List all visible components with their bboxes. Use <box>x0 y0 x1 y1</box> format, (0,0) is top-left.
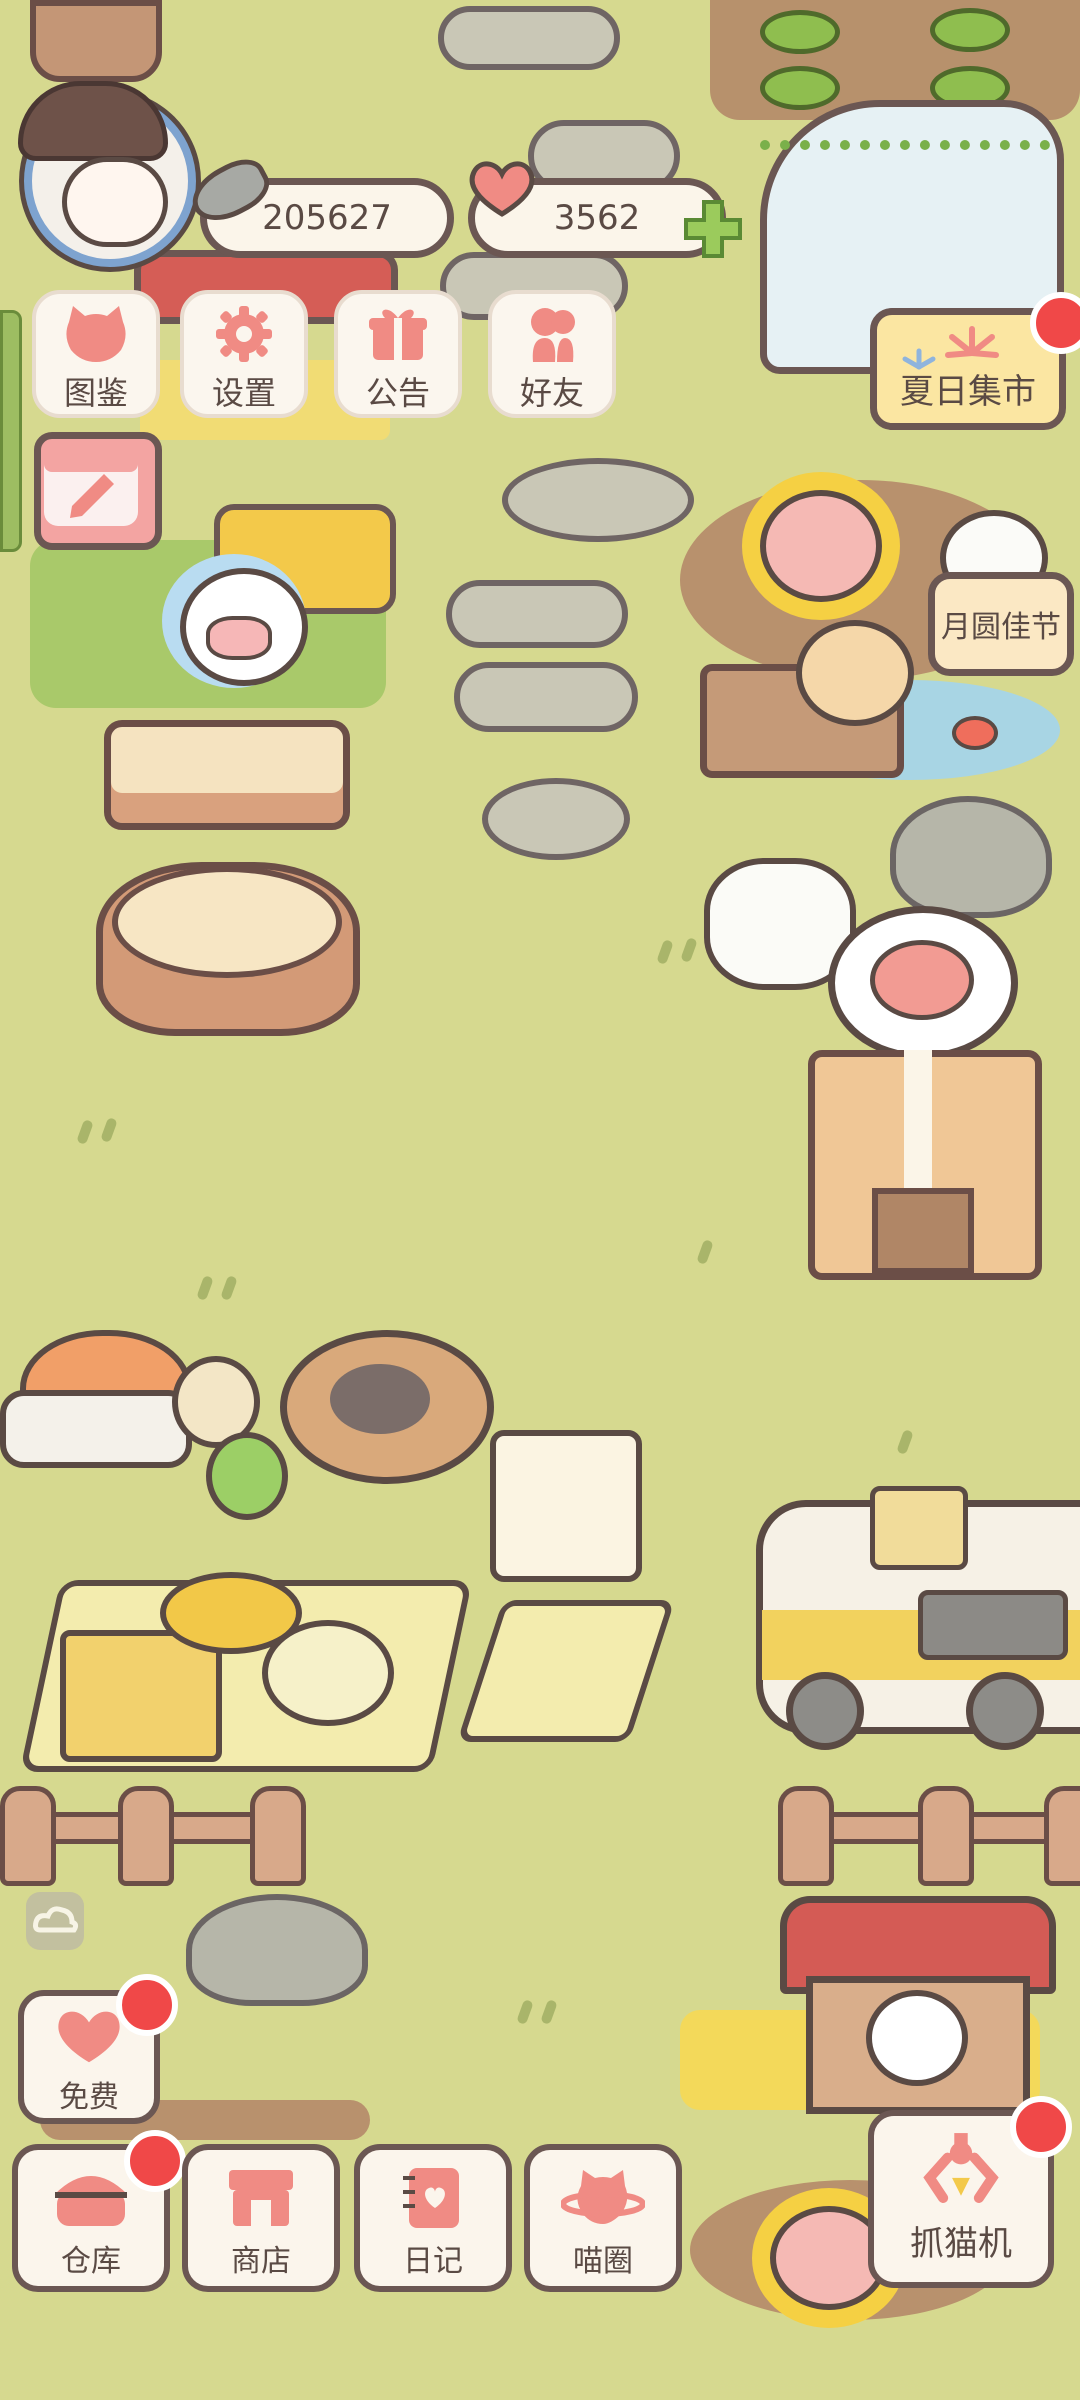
box-hole <box>872 1188 974 1274</box>
fence-post <box>118 1786 174 1886</box>
notice-button[interactable]: 公告 <box>334 290 462 418</box>
sprout-icon <box>760 66 840 110</box>
grass-tuft <box>220 1275 238 1301</box>
player-avatar[interactable] <box>18 81 196 267</box>
atlas-label: 图鉴 <box>63 374 128 412</box>
van-luggage <box>870 1486 968 1570</box>
claw-icon <box>923 2133 999 2204</box>
notice-label: 公告 <box>365 374 430 412</box>
cow-snout <box>206 616 272 660</box>
grass-tuft <box>696 1239 714 1265</box>
bread-basket <box>490 1430 642 1582</box>
atlas-button[interactable]: 图鉴 <box>32 290 160 418</box>
chicken-pet <box>866 1990 968 2086</box>
sprout-icon <box>760 10 840 54</box>
gift-icon <box>369 309 427 360</box>
character-face <box>62 157 168 247</box>
deck-chair <box>456 1600 676 1742</box>
grass-tuft <box>680 937 698 963</box>
fence-post <box>1044 1786 1080 1886</box>
fence-post <box>250 1786 306 1886</box>
notification-badge <box>124 2130 186 2192</box>
warehouse-label: 仓库 <box>61 2244 121 2279</box>
friends-icon <box>531 308 575 362</box>
firework-icon <box>902 326 999 370</box>
fence-post <box>778 1786 834 1886</box>
stepping-stone <box>482 778 630 860</box>
stepping-stone <box>502 458 694 542</box>
diary-icon <box>403 2168 459 2228</box>
stepping-stone <box>446 580 628 648</box>
pencil-icon <box>44 452 138 526</box>
calendar-edit-button[interactable] <box>34 432 162 550</box>
mid-autumn-label: 月圆佳节 <box>941 610 1061 645</box>
circle-label: 喵圈 <box>573 2244 633 2279</box>
sunflower-pig-pet <box>760 490 882 602</box>
add-hearts-button[interactable] <box>682 198 744 260</box>
settings-label: 设置 <box>211 374 276 412</box>
heart-icon <box>469 161 535 217</box>
grass-tuft <box>196 1275 214 1301</box>
bobber <box>952 716 998 750</box>
straw-hat <box>160 1572 302 1654</box>
notification-badge <box>1010 2096 1072 2158</box>
bench <box>104 720 350 830</box>
van-window <box>918 1590 1068 1660</box>
vine <box>760 140 1050 180</box>
stump-top <box>112 866 342 978</box>
fence-post <box>918 1786 974 1886</box>
van-wheel <box>966 1672 1044 1750</box>
shop-icon <box>229 2170 293 2226</box>
side-drawer-tab[interactable] <box>0 310 22 552</box>
grass-tuft <box>656 939 674 965</box>
basket-icon <box>55 2176 127 2226</box>
heart-count: 3562 <box>553 198 641 238</box>
gear-icon <box>216 306 272 362</box>
notification-badge <box>116 1974 178 2036</box>
balloon <box>206 1432 288 1520</box>
friends-label: 好友 <box>519 374 584 412</box>
grass-tuft <box>896 1429 914 1455</box>
fish-count: 205627 <box>262 198 392 238</box>
stepping-stone <box>438 6 620 70</box>
cart <box>0 1390 192 1468</box>
pizza-box <box>60 1630 222 1762</box>
rock <box>186 1894 368 2006</box>
rock <box>890 796 1052 918</box>
stepping-stone <box>454 662 638 732</box>
collapse-ui-button[interactable] <box>26 1892 84 1950</box>
diary-button[interactable]: 日记 <box>354 2144 512 2292</box>
diary-label: 日记 <box>403 2244 463 2279</box>
shop-button[interactable]: 商店 <box>182 2144 340 2292</box>
sprout-icon <box>930 8 1010 52</box>
pug-mask <box>330 1364 430 1434</box>
planet-cat-icon <box>561 2170 645 2224</box>
van-wheel <box>786 1672 864 1750</box>
grass-tuft <box>76 1119 94 1145</box>
free-label: 免费 <box>59 2080 119 2115</box>
heart-icon <box>58 2011 120 2063</box>
grass-tuft <box>100 1117 118 1143</box>
fence-post <box>0 1786 56 1886</box>
mid-autumn-sign[interactable]: 月圆佳节 <box>928 572 1074 676</box>
fishing-cat <box>796 620 914 726</box>
claw-machine-label: 抓猫机 <box>910 2224 1012 2264</box>
cloud-icon <box>33 1906 79 1933</box>
cat-head-icon <box>66 306 126 362</box>
settings-button[interactable]: 设置 <box>180 290 308 418</box>
shop-label: 商店 <box>231 2244 291 2279</box>
pig-icon <box>870 940 974 1020</box>
grass-tuft <box>516 1999 534 2025</box>
friends-button[interactable]: 好友 <box>488 290 616 418</box>
circle-button[interactable]: 喵圈 <box>524 2144 682 2292</box>
grass-tuft <box>540 1999 558 2025</box>
barrel <box>30 0 162 82</box>
